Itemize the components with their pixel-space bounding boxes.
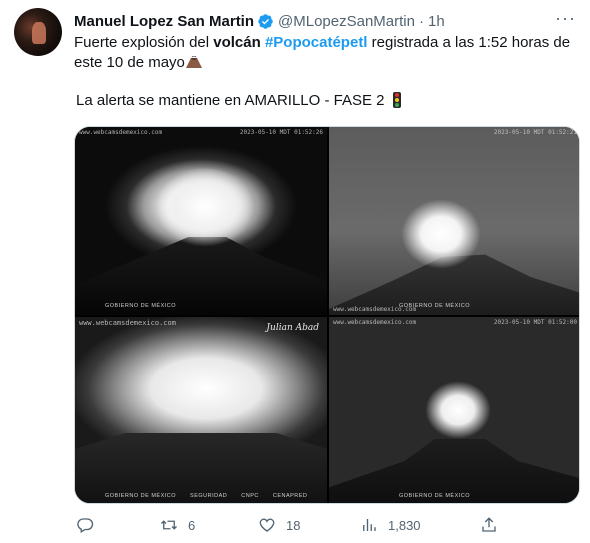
reply-icon: [77, 518, 94, 533]
agency-logos: GOBIERNO DE MÉXICO: [399, 303, 484, 309]
share-button[interactable]: [480, 516, 498, 534]
timestamp: 2023-05-10 MDT 01:52:21: [493, 129, 577, 136]
logo-cnpc: CNPC: [241, 493, 259, 499]
logo-gobierno: GOBIERNO DE MÉXICO: [105, 303, 177, 309]
hashtag-link[interactable]: #Popocatépetl: [265, 34, 368, 51]
views-count: 1,830: [388, 517, 421, 533]
logo-seguridad: SEGURIDAD: [190, 493, 228, 499]
media-image-1[interactable]: www.webcamsdemexico.com 2023-05-10 MDT 0…: [75, 127, 327, 315]
media-image-2[interactable]: www.webcamsdemexico.com 2023-05-10 MDT 0…: [329, 127, 579, 315]
volcano-emoji: [185, 56, 202, 68]
views-button[interactable]: 1,830: [360, 516, 421, 534]
reply-button[interactable]: [76, 516, 104, 534]
watermark: www.webcamsdemexico.com: [79, 319, 176, 327]
alert-text: La alerta se mantiene en AMARILLO - FASE…: [76, 92, 389, 109]
watermark: www.webcamsdemexico.com: [333, 319, 417, 326]
eruption-glow: [401, 199, 481, 269]
retweet-button[interactable]: 6: [160, 516, 195, 534]
logo-gobierno: GOBIERNO DE MÉXICO: [399, 493, 471, 499]
verified-badge-icon: [258, 13, 273, 29]
timestamp: 2023-05-10 MDT 01:52:00: [493, 319, 577, 326]
traffic-light-emoji: [392, 92, 401, 108]
author-name[interactable]: Manuel Lopez San Martin: [74, 13, 254, 30]
agency-logos: GOBIERNO DE MÉXICO: [399, 493, 484, 499]
eruption-glow: [425, 381, 491, 439]
media-grid[interactable]: www.webcamsdemexico.com 2023-05-10 MDT 0…: [74, 126, 580, 504]
retweet-count: 6: [188, 517, 196, 533]
logo-gobierno: GOBIERNO DE MÉXICO: [399, 303, 471, 309]
watermark: www.webcamsdemexico.com: [79, 129, 163, 136]
views-icon: [363, 519, 376, 531]
like-icon: [259, 518, 275, 532]
like-button[interactable]: 18: [258, 516, 300, 534]
author-avatar[interactable]: [14, 8, 62, 56]
tweet-time[interactable]: 1h: [428, 13, 445, 30]
agency-logos: GOBIERNO DE MÉXICO SEGURIDAD CNPC CENAPRED: [105, 493, 321, 499]
separator-dot: ·: [418, 12, 424, 30]
agency-logos: GOBIERNO DE MÉXICO: [105, 303, 190, 309]
like-count: 18: [286, 517, 301, 533]
tweet-text: Fuerte explosión del volcán #Popocatépet…: [74, 33, 584, 73]
logo-gobierno: GOBIERNO DE MÉXICO: [105, 493, 177, 499]
tweet-actions: 6 18 1,830: [74, 516, 504, 538]
alert-line: La alerta se mantiene en AMARILLO - FASE…: [76, 92, 401, 109]
logo-cenapred: CENAPRED: [272, 493, 308, 499]
share-icon: [482, 517, 496, 532]
retweet-icon: [161, 520, 177, 530]
media-image-3[interactable]: www.webcamsdemexico.com Julian Abad GOBI…: [75, 317, 327, 503]
author-handle[interactable]: @MLopezSanMartin: [278, 13, 415, 30]
tweet-text-part: Fuerte explosión del: [74, 34, 214, 51]
timestamp: 2023-05-10 MDT 01:52:26: [239, 129, 323, 136]
tweet-text-bold: volcán: [213, 34, 261, 51]
tweet-header: Manuel Lopez San Martin @MLopezSanMartin…: [74, 11, 590, 31]
photographer-signature: Julian Abad: [266, 323, 319, 333]
more-options-icon[interactable]: ···: [555, 8, 576, 29]
media-image-4[interactable]: www.webcamsdemexico.com 2023-05-10 MDT 0…: [329, 317, 579, 503]
eruption-glow: [155, 167, 255, 247]
